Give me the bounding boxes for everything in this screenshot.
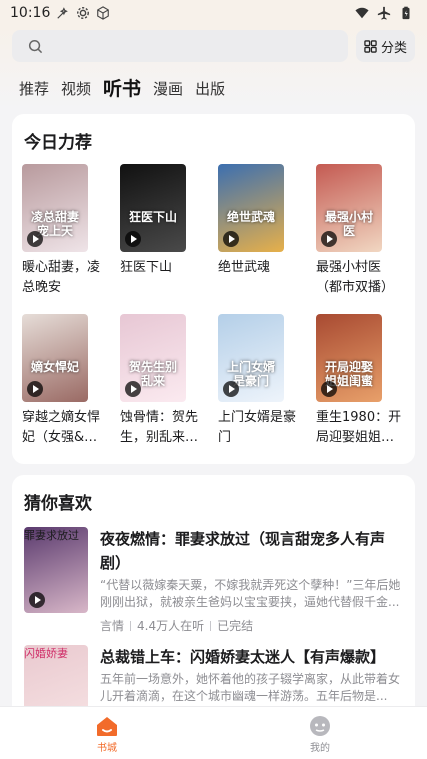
cover-title: 嫡女悍妃 — [30, 360, 79, 374]
cover-title: 狂医下山 — [128, 210, 177, 224]
ai-sparkle-icon — [57, 7, 69, 19]
settings-icon — [77, 7, 90, 19]
genre-tag: 言情 — [100, 619, 125, 633]
book-cover[interactable]: 贺先生别乱来 — [120, 314, 186, 402]
tab-publish[interactable]: 出版 — [195, 78, 225, 100]
guess-you-like-title: 猜你喜欢 — [24, 494, 92, 514]
recommend-meta: 言情 4.4万人在听 已完结 — [100, 617, 253, 634]
book-title: 蚀骨情：贺先生，别乱来（双播） — [120, 410, 199, 445]
bottom-navigation: 书城 我的 — [0, 706, 427, 759]
book-card[interactable]: 上门女婿是豪门 上门女婿是豪门 — [218, 314, 298, 448]
tab-video[interactable]: 视频 — [61, 78, 91, 100]
search-icon — [28, 39, 43, 53]
book-card[interactable]: 最强小村医最强小村医（都市双播） — [316, 164, 396, 298]
recommend-description: 五年前一场意外，她怀着他的孩子辍学离家，从此带着女儿开着滴滴，在这个城市幽魂一样… — [100, 672, 401, 703]
book-title: 最强小村医（都市双播） — [316, 260, 395, 295]
battery-icon — [402, 6, 410, 20]
play-icon[interactable] — [125, 381, 141, 397]
book-cover[interactable]: 最强小村医 — [316, 164, 382, 252]
play-icon[interactable] — [321, 231, 337, 247]
package-icon — [97, 6, 110, 20]
category-button[interactable]: 分类 — [356, 30, 415, 62]
cover-title: 罪妻求放过 — [24, 529, 79, 542]
book-title: 穿越之嫡女悍妃（女强&宫斗） — [22, 410, 101, 445]
book-title: 重生1980：开局迎娶姐姐闺蜜 — [316, 410, 402, 445]
book-cover[interactable]: 罪妻求放过 — [24, 527, 88, 613]
book-card[interactable]: 狂医下山 狂医下山 — [120, 164, 200, 278]
status-time: 10:16 — [10, 5, 51, 21]
book-cover[interactable]: 上门女婿是豪门 — [218, 314, 284, 402]
meta-divider — [210, 620, 212, 631]
user-icon — [310, 716, 330, 736]
recommend-description: “代替以薇嫁秦天粟，不嫁我就弄死这个孽种！”三年后她刚刚出狱，就被亲生爸妈以宝宝… — [100, 578, 401, 609]
play-icon[interactable] — [27, 231, 43, 247]
play-icon[interactable] — [29, 592, 45, 608]
channel-tabs: 推荐 视频 听书 漫画 出版 — [19, 76, 225, 100]
play-icon[interactable] — [27, 381, 43, 397]
play-icon[interactable] — [321, 381, 337, 397]
recommend-item[interactable]: 罪妻求放过 夜夜燃情：罪妻求放过（现言甜宠多人有声剧） “代替以薇嫁秦天粟，不嫁… — [24, 527, 409, 639]
book-title: 上门女婿是豪门 — [218, 410, 297, 445]
tab-audiobook[interactable]: 听书 — [103, 78, 141, 100]
guess-you-like-card: 猜你喜欢 罪妻求放过 夜夜燃情：罪妻求放过（现言甜宠多人有声剧） “代替以薇嫁秦… — [12, 475, 415, 731]
book-card[interactable]: 绝世武魂 绝世武魂 — [218, 164, 298, 278]
category-button-label: 分类 — [380, 40, 407, 56]
recommend-title: 总裁错上车：闪婚娇妻太迷人【有声爆款】 — [100, 648, 386, 666]
airplane-icon — [377, 6, 391, 20]
grid-icon — [364, 39, 377, 53]
header-area: 分类 推荐 视频 听书 漫画 出版 — [0, 26, 427, 110]
book-cover[interactable]: 开局迎娶姐姐闺蜜 — [316, 314, 382, 402]
book-cover[interactable]: 狂医下山 — [120, 164, 186, 252]
search-input[interactable] — [51, 38, 341, 54]
search-bar[interactable] — [12, 30, 348, 62]
play-icon[interactable] — [223, 381, 239, 397]
cover-title: 绝世武魂 — [226, 210, 275, 224]
book-cover[interactable]: 绝世武魂 — [218, 164, 284, 252]
book-title: 绝世武魂 — [218, 260, 271, 275]
play-icon[interactable] — [223, 231, 239, 247]
book-title: 狂医下山 — [120, 260, 173, 275]
book-card[interactable]: 嫡女悍妃穿越之嫡女悍妃（女强&宫斗） — [22, 314, 102, 448]
wifi-icon — [355, 7, 369, 19]
book-card[interactable]: 贺先生别乱来蚀骨情：贺先生，别乱来（双播） — [120, 314, 200, 448]
listener-count: 4.4万人在听 — [137, 619, 205, 633]
tab-recommend[interactable]: 推荐 — [19, 78, 49, 100]
cover-title: 闪婚娇妻 — [24, 647, 68, 660]
nav-profile[interactable]: 我的 — [290, 715, 350, 754]
book-title: 暖心甜妻，凌总晚安 — [22, 260, 101, 295]
meta-divider — [130, 620, 132, 631]
recommend-title: 夜夜燃情：罪妻求放过（现言甜宠多人有声剧） — [100, 530, 386, 572]
nav-profile-label: 我的 — [310, 743, 330, 754]
tab-comics[interactable]: 漫画 — [153, 78, 183, 100]
book-card[interactable]: 凌总甜妻宠上天暖心甜妻，凌总晚安 — [22, 164, 102, 298]
nav-bookstore-label: 书城 — [97, 743, 117, 754]
nav-bookstore[interactable]: 书城 — [77, 715, 137, 754]
completion-status: 已完结 — [217, 619, 254, 633]
book-card[interactable]: 开局迎娶姐姐闺蜜重生1980：开局迎娶姐姐闺蜜 — [316, 314, 401, 448]
status-bar: 10:16 — [0, 0, 427, 26]
today-picks-card: 今日力荐 凌总甜妻宠上天 暖心甜妻，凌总晚安 狂医下山 狂医下山 绝世武魂 绝世武魂 最强小… — [12, 114, 415, 464]
book-cover[interactable]: 嫡女悍妃 — [22, 314, 88, 402]
today-picks-title: 今日力荐 — [24, 133, 92, 153]
home-icon — [97, 717, 117, 736]
book-cover[interactable]: 凌总甜妻宠上天 — [22, 164, 88, 252]
play-icon[interactable] — [125, 231, 141, 247]
